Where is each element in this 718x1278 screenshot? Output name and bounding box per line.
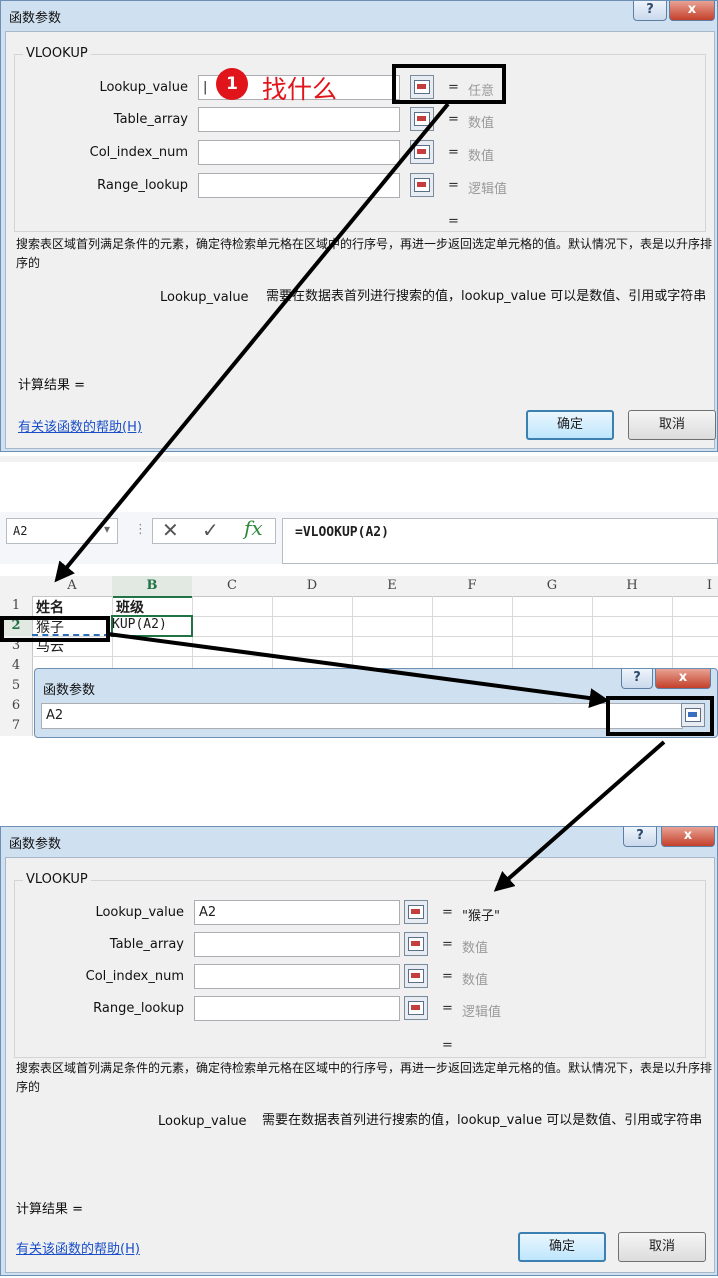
arrow-to-expand-button [107, 632, 610, 709]
arrow-to-result [493, 740, 666, 892]
annotation-arrows [54, 102, 666, 892]
arrow-to-cell-a2 [54, 102, 450, 583]
